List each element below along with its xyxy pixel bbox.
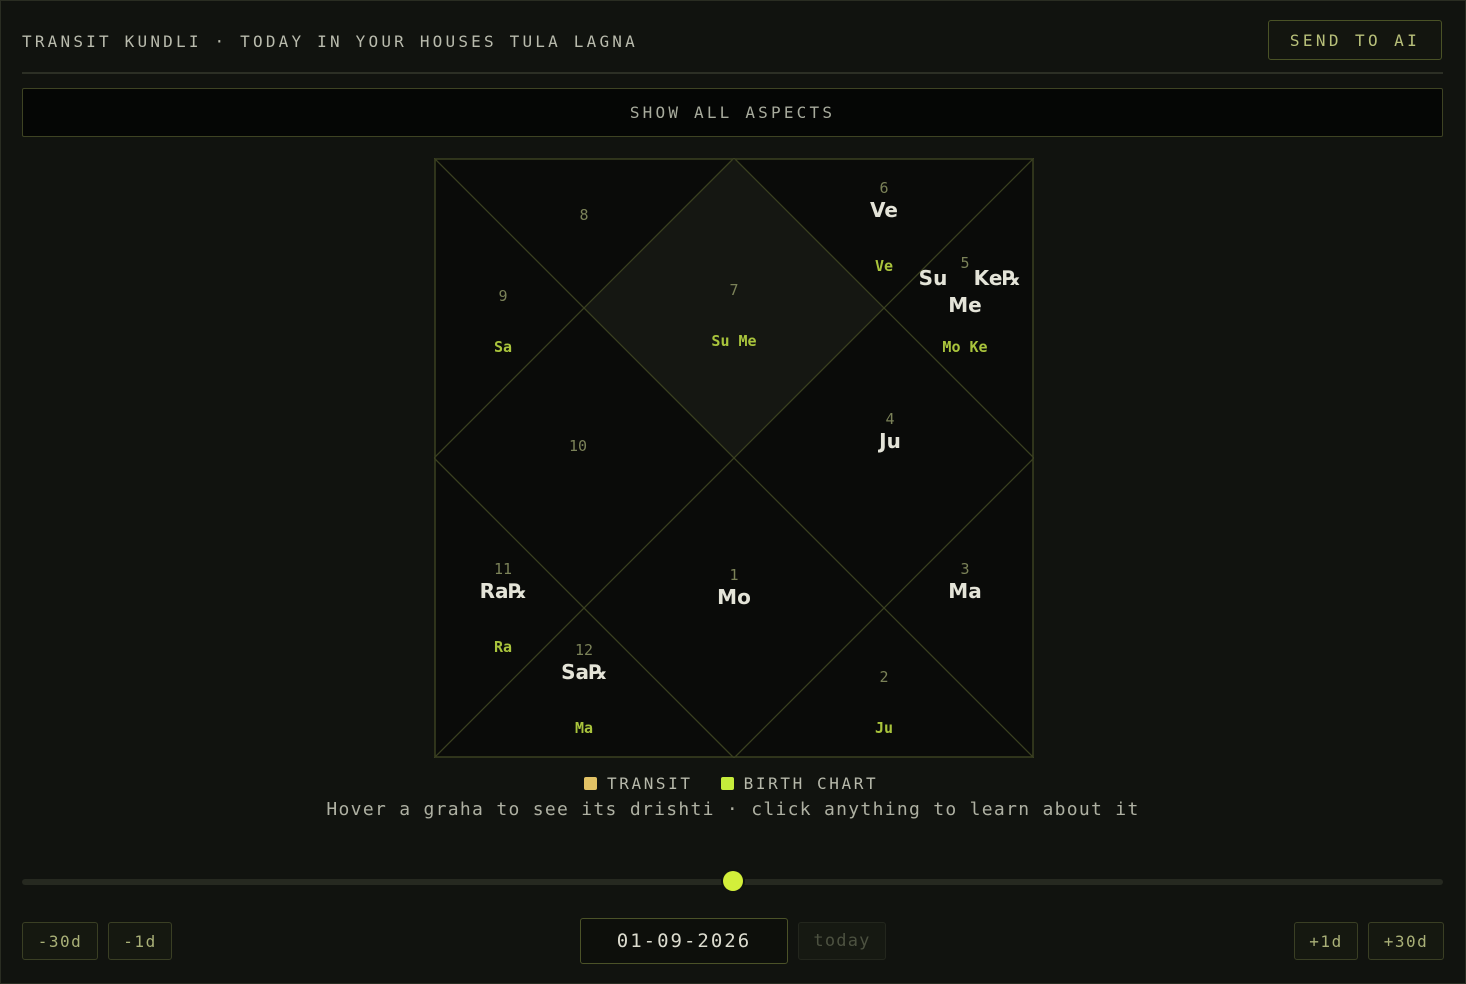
transit-swatch [584,777,597,790]
chart-legend: TRANSIT BIRTH CHART [584,774,906,793]
date-input[interactable]: 01-09-2026 [580,918,788,964]
house-4-number: 4 [885,410,894,428]
house-2-number: 2 [879,668,888,686]
legend-transit: TRANSIT [584,774,693,793]
house-6-transit-planets[interactable]: Ve [870,198,898,222]
date-slider-thumb[interactable] [723,871,743,891]
house-1-number: 1 [729,566,738,584]
house-12-number: 12 [575,641,593,659]
house-12-transit-planets[interactable]: Sa℞ [561,660,607,684]
house-3-number: 3 [960,560,969,578]
house-5-transit-planet-me[interactable]: Me [948,293,981,317]
today-button[interactable]: today [798,922,886,960]
house-11-transit-planets[interactable]: Ra℞ [480,579,527,603]
house-11-birth-planets[interactable]: Ra [494,638,512,656]
minus-30-days-button[interactable]: -30d [22,922,98,960]
house-5-number: 5 [960,254,969,272]
plus-1-day-button[interactable]: +1d [1294,922,1358,960]
plus-30-days-button[interactable]: +30d [1368,922,1444,960]
house-4-transit-planets[interactable]: Ju [877,429,901,453]
page-title: TRANSIT KUNDLI · TODAY IN YOUR HOUSES TU… [22,32,638,51]
house-7-birth-planets[interactable]: Su Me [711,332,756,350]
house-10-number: 10 [569,437,587,455]
house-12-birth-planets[interactable]: Ma [575,719,593,737]
send-to-ai-button[interactable]: SEND TO AI [1268,20,1442,60]
house-9-number: 9 [498,287,507,305]
house-9-birth-planets[interactable]: Sa [494,338,512,356]
house-8-number: 8 [579,206,588,224]
birth-swatch [720,777,734,790]
house-3-transit-planets[interactable]: Ma [948,579,981,603]
header-divider [22,72,1443,74]
minus-1-day-button[interactable]: -1d [108,922,172,960]
house-2-birth-planets[interactable]: Ju [875,719,893,737]
house-6-number: 6 [879,179,888,197]
house-1-transit-planets[interactable]: Mo [717,585,751,609]
show-all-aspects-button[interactable]: SHOW ALL ASPECTS [22,88,1443,137]
legend-transit-label: TRANSIT [607,774,693,793]
house-6-birth-planets[interactable]: Ve [875,257,893,275]
kundli-chart: 7 Su Me 8 9 Sa 10 11 Ra℞ Ra 12 Sa℞ Ma 1 … [434,158,1034,758]
house-5-transit-planet-ke[interactable]: Ke℞ [974,266,1021,290]
legend-birth-label: BIRTH CHART [743,774,879,793]
legend-birth: BIRTH CHART [720,774,879,793]
house-7-number: 7 [729,281,738,299]
hint-text: Hover a graha to see its drishti · click… [326,799,1140,820]
house-5-transit-planet-su[interactable]: Su [919,266,948,290]
house-11-number: 11 [494,560,512,578]
house-5-birth-planets[interactable]: Mo Ke [942,338,987,356]
